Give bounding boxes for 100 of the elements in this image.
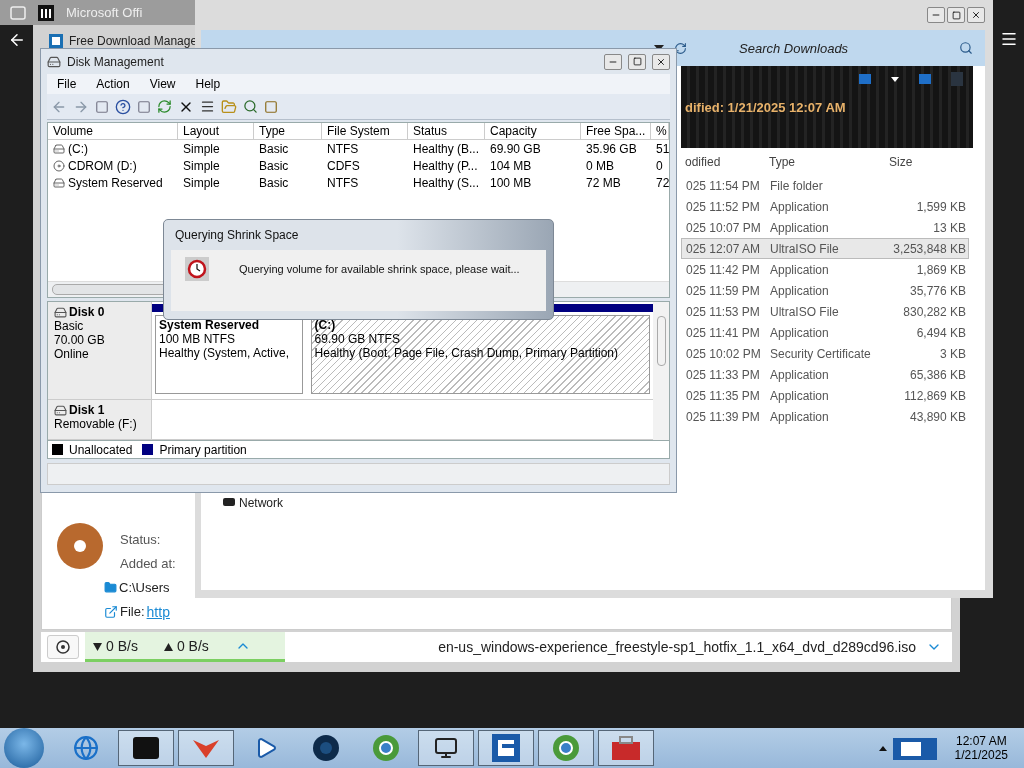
modified-cell-text: 025 11:41 PM <box>686 325 761 340</box>
table-cell-text: 72 MB <box>585 174 622 191</box>
column-header[interactable]: Layout <box>178 123 254 140</box>
window-title: Free Download Manage <box>69 34 199 48</box>
disk-detail: 70.00 GB <box>54 333 106 347</box>
added-label: Added at: <box>120 555 176 573</box>
size-cell-text: 65,386 KB <box>908 367 966 382</box>
column-header[interactable]: Type <box>769 154 879 169</box>
file-row[interactable]: 025 12:07 AM UltraISO File 3,253,848 KB <box>681 238 969 259</box>
disc-icon <box>56 522 104 570</box>
column-header[interactable]: Type <box>254 123 322 140</box>
start-button[interactable] <box>4 728 44 768</box>
taskbar-icon[interactable] <box>418 730 474 766</box>
column-header[interactable]: Volume <box>48 123 178 140</box>
file-row[interactable]: 025 11:59 PM Application 35,776 KB <box>681 280 969 301</box>
minimize-button[interactable] <box>604 53 622 70</box>
nav-item[interactable]: Network <box>223 496 283 510</box>
speed-mode-button[interactable] <box>47 635 79 659</box>
table-cell-text: 35.96 GB <box>585 140 638 157</box>
file-row[interactable]: 025 11:42 PM Application 1,869 KB <box>681 259 969 280</box>
menu-item[interactable]: Action <box>86 77 140 91</box>
file-link[interactable]: http <box>146 603 170 620</box>
partition-status: Healthy (System, Active, <box>159 346 291 360</box>
file-row[interactable]: 025 11:52 PM Application 1,599 KB <box>681 196 969 217</box>
type-cell-text: Application <box>770 325 830 340</box>
vertical-scrollbar[interactable] <box>653 302 669 440</box>
file-row[interactable]: 025 11:35 PM Application 112,869 KB <box>681 385 969 406</box>
size-cell-text: 112,869 KB <box>903 388 966 403</box>
file-row[interactable]: 025 11:54 PM File folder <box>681 175 969 196</box>
drive-icon <box>53 142 65 155</box>
close-icon <box>656 56 666 67</box>
modified-cell-text: 025 11:54 PM <box>686 178 761 193</box>
drive-name-cell[interactable]: (C:) <box>48 140 178 157</box>
network-icon <box>223 498 235 508</box>
taskbar-icon[interactable] <box>478 730 534 766</box>
table-cell-text: CDFS <box>326 157 361 174</box>
size-cell-text: 6,494 KB <box>915 325 966 340</box>
column-header[interactable]: Capacity <box>485 123 581 140</box>
table-cell-text: Healthy (S... <box>412 174 481 191</box>
folder-icon <box>221 98 237 115</box>
column-header[interactable]: Size <box>879 154 965 169</box>
file-row[interactable]: 025 11:39 PM Application 43,890 KB <box>681 406 969 427</box>
file-row[interactable]: 025 11:53 PM UltraISO File 830,282 KB <box>681 301 969 322</box>
table-cell-text: Basic <box>258 157 290 174</box>
download-speed: 0 B/s <box>93 637 138 654</box>
column-header[interactable]: Status <box>408 123 485 140</box>
dialog-title: Querying Shrink Space <box>174 227 300 244</box>
type-cell-text: Application <box>770 220 830 235</box>
app-icon <box>492 734 520 762</box>
menu-item[interactable]: File <box>47 77 87 91</box>
dropdown-arrow-icon[interactable] <box>891 76 899 82</box>
size-cell-text: 830,282 KB <box>902 304 966 319</box>
disk-info[interactable]: Disk 1 Removable (F:) <box>48 400 152 439</box>
clock-date: 1/21/2025 <box>954 748 1008 762</box>
down-arrow-icon <box>93 642 102 651</box>
refresh-icon <box>674 41 687 55</box>
type-cell-text: UltraISO File <box>770 241 840 256</box>
close-button[interactable] <box>652 53 670 70</box>
show-hidden-icons[interactable] <box>878 745 887 751</box>
type-cell-text: Application <box>770 262 830 277</box>
size-cell-text: 1,869 KB <box>915 262 966 277</box>
disk-detail: Basic <box>54 319 85 333</box>
taskbar-icon[interactable] <box>118 730 174 766</box>
size-cell-text: 13 KB <box>932 220 966 235</box>
size-cell-text: 3,253,848 KB <box>892 241 966 256</box>
minimize-button[interactable] <box>927 7 945 23</box>
drive-name-cell[interactable]: CDROM (D:) <box>48 157 178 174</box>
column-header[interactable]: odified <box>685 154 769 169</box>
column-header[interactable]: % <box>651 123 669 140</box>
menu-item[interactable]: View <box>139 77 186 91</box>
column-header[interactable]: File System <box>322 123 408 140</box>
table-cell-text: 72 <box>655 174 669 191</box>
maximize-icon <box>951 10 961 20</box>
modified-info: dified: 1/21/2025 12:07 AM <box>685 100 847 115</box>
refresh-icon <box>157 99 172 114</box>
column-header[interactable]: Free Spa... <box>581 123 651 140</box>
partition-name: (C:) <box>314 318 337 332</box>
clock[interactable]: 12:07 AM 1/21/2025 <box>942 734 1020 762</box>
size-cell-text: 35,776 KB <box>908 283 966 298</box>
folder-path[interactable]: C:\Users <box>104 578 170 597</box>
table-cell-text: Basic <box>258 140 290 157</box>
app-icon <box>49 34 63 48</box>
legend-label: Primary partition <box>159 442 247 457</box>
disk-info[interactable]: Disk 0 Basic 70.00 GB Online <box>48 302 152 399</box>
maximize-button[interactable] <box>628 53 646 70</box>
chrome-icon <box>372 734 400 762</box>
menu-item[interactable]: Help <box>185 77 231 91</box>
file-label: File:http <box>104 602 170 621</box>
search-input[interactable]: Search Downloads <box>737 39 937 57</box>
drive-name-cell[interactable]: System Reserved <box>48 174 178 191</box>
table-cell-text: NTFS <box>326 174 360 191</box>
file-row[interactable]: 025 10:07 PM Application 13 KB <box>681 217 969 238</box>
external-link-icon <box>104 604 118 619</box>
file-row[interactable]: 025 10:02 PM Security Certificate 3 KB <box>681 343 969 364</box>
columns-icon <box>38 4 54 21</box>
type-cell-text: Security Certificate <box>770 346 872 361</box>
close-button[interactable] <box>967 7 985 23</box>
file-row[interactable]: 025 11:41 PM Application 6,494 KB <box>681 322 969 343</box>
folder-icon <box>104 581 117 594</box>
file-row[interactable]: 025 11:33 PM Application 65,386 KB <box>681 364 969 385</box>
